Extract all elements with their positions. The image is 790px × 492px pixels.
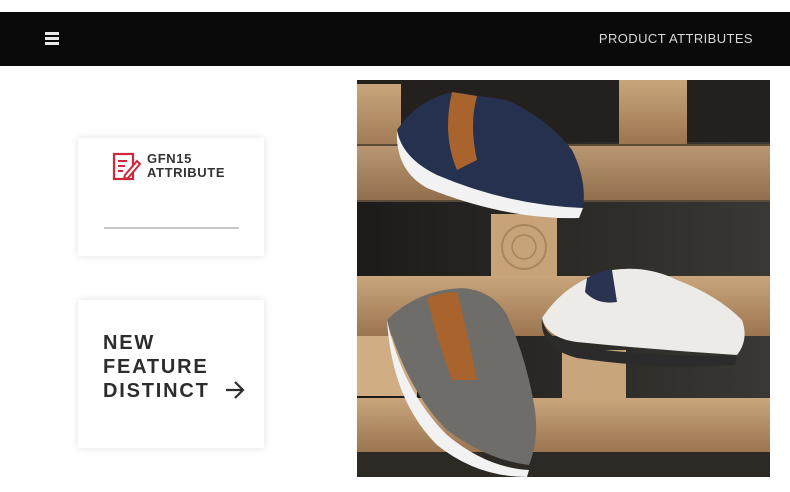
menu-icon[interactable] [45,32,59,45]
arrow-right-icon[interactable] [224,379,246,401]
feature-heading: NEW FEATURE DISTINCT [103,331,210,403]
feature-line-new: NEW [103,332,156,354]
attribute-card: GFN15 ATTRIBUTE [78,138,264,256]
attribute-label: ATTRIBUTE [147,165,226,180]
product-photo [357,80,770,477]
feature-line-distinct: DISTINCT [103,380,210,402]
attribute-heading: GFN15 ATTRIBUTE [147,152,225,180]
document-edit-icon [112,152,141,181]
feature-card[interactable]: NEW FEATURE DISTINCT [78,300,264,448]
sneakers-on-pallets-image [357,80,770,477]
top-navigation-bar: PRODUCT ATTRIBUTES [0,12,790,66]
divider [104,227,239,229]
model-code: GFN15 [147,151,192,166]
page-title: PRODUCT ATTRIBUTES [598,31,753,46]
feature-line-feature: FEATURE [103,356,209,378]
